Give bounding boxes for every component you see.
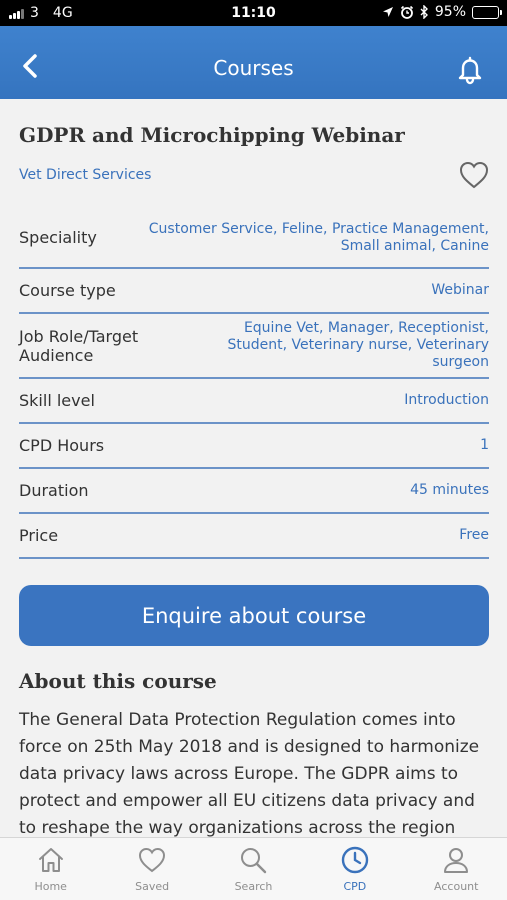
heart-icon	[139, 847, 166, 873]
battery-percent: 95%	[434, 4, 466, 20]
about-heading: About this course	[19, 669, 217, 693]
user-icon	[444, 848, 469, 873]
detail-value: Introduction	[404, 392, 489, 408]
detail-label: Speciality	[19, 228, 97, 247]
status-bar: 3 4G 11:10 95%	[0, 0, 507, 26]
status-right: 95%	[382, 4, 502, 20]
bluetooth-icon	[420, 5, 428, 19]
course-details: Speciality Customer Service, Feline, Pra…	[19, 208, 489, 559]
detail-row-job-role: Job Role/Target Audience Equine Vet, Man…	[19, 314, 489, 379]
tab-label: Account	[434, 880, 479, 893]
tab-search[interactable]: Search	[203, 838, 304, 900]
battery-icon	[472, 5, 502, 19]
detail-value: Equine Vet, Manager, Receptionist, Stude…	[227, 320, 489, 370]
search-icon	[241, 848, 267, 874]
detail-row-course-type: Course type Webinar	[19, 269, 489, 314]
detail-value: 1	[480, 437, 489, 453]
home-icon	[38, 848, 63, 872]
detail-label: Price	[19, 526, 59, 545]
detail-label: Job Role/Target Audience	[19, 326, 139, 365]
detail-label: Duration	[19, 481, 89, 500]
enquire-button[interactable]: Enquire about course	[19, 585, 489, 646]
tab-cpd[interactable]: CPD	[304, 838, 405, 900]
tab-saved[interactable]: Saved	[101, 838, 202, 900]
tab-bar: Home Saved Search CPD Account	[0, 837, 507, 900]
tab-label: Saved	[135, 880, 170, 893]
detail-value: 45 minutes	[410, 482, 489, 498]
heart-outline-icon	[459, 161, 489, 189]
alarm-icon	[400, 5, 413, 19]
course-detail: GDPR and Microchipping Webinar Vet Direc…	[0, 99, 507, 837]
detail-row-skill-level: Skill level Introduction	[19, 379, 489, 424]
tab-label: Home	[34, 880, 67, 893]
detail-value: Webinar	[431, 282, 489, 298]
notifications-button[interactable]	[457, 55, 483, 85]
tab-home[interactable]: Home	[0, 838, 101, 900]
detail-label: Skill level	[19, 391, 95, 410]
detail-label: Course type	[19, 281, 116, 300]
detail-row-cpd-hours: CPD Hours 1	[19, 424, 489, 469]
course-title: GDPR and Microchipping Webinar	[19, 123, 405, 147]
detail-row-duration: Duration 45 minutes	[19, 469, 489, 514]
detail-value: Free	[459, 527, 489, 543]
detail-row-speciality: Speciality Customer Service, Feline, Pra…	[19, 208, 489, 269]
clock-icon	[341, 846, 369, 874]
provider-link[interactable]: Vet Direct Services	[19, 167, 151, 183]
bell-icon	[458, 56, 482, 85]
tab-label: Search	[234, 880, 273, 893]
nav-bar: Courses	[0, 26, 507, 99]
detail-row-price: Price Free	[19, 514, 489, 559]
tab-account[interactable]: Account	[406, 838, 507, 900]
tab-label: CPD	[343, 880, 367, 893]
detail-value: Customer Service, Feline, Practice Manag…	[148, 220, 489, 254]
page-title: Courses	[213, 56, 294, 80]
about-description: The General Data Protection Regulation c…	[19, 710, 480, 837]
location-arrow-icon	[382, 7, 393, 17]
detail-label: CPD Hours	[19, 436, 105, 455]
save-course-button[interactable]	[458, 159, 490, 191]
